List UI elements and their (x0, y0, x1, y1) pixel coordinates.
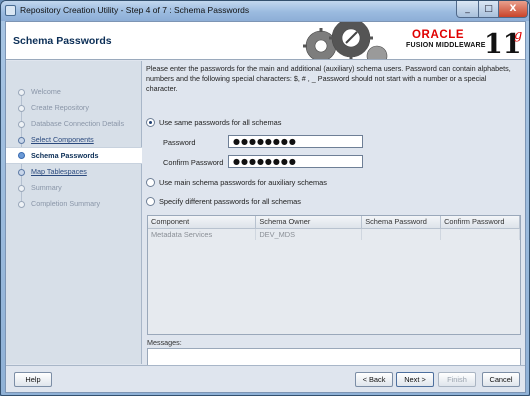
close-button[interactable]: X (498, 1, 528, 18)
step-schema-passwords: Schema Passwords (6, 147, 142, 164)
step-label: Completion Summary (31, 199, 101, 208)
minimize-button[interactable]: _ (456, 1, 479, 18)
java-app-icon (5, 5, 16, 16)
version-11g-logo: 11 g (484, 28, 522, 57)
cell-component: Metadata Services (148, 228, 257, 240)
oracle-wordmark: ORACLE (412, 29, 464, 39)
column-header-confirm-password[interactable]: Confirm Password (440, 216, 520, 229)
step-label: Summary (31, 183, 62, 192)
step-label: Schema Passwords (31, 151, 99, 160)
cancel-button[interactable]: Cancel (482, 372, 520, 387)
gears-graphic-icon (303, 22, 388, 59)
radio-button[interactable] (146, 197, 155, 206)
client-area: Schema Passwords ORACLE FUSION MIDDLEWAR… (5, 21, 526, 393)
radio-label: Use same passwords for all schemas (159, 118, 282, 127)
column-header-component[interactable]: Component (148, 216, 257, 229)
radio-different-passwords[interactable]: Specify different passwords for all sche… (146, 197, 301, 206)
radio-same-passwords[interactable]: Use same passwords for all schemas (146, 118, 281, 127)
wizard-steps-sidebar: Welcome Create Repository Database Conne… (6, 61, 142, 364)
step-dot-icon (18, 121, 25, 128)
table-row[interactable]: Metadata Services DEV_MDS (148, 228, 520, 240)
maximize-button[interactable]: □ (478, 1, 499, 18)
step-database-connection: Database Connection Details (6, 117, 142, 132)
step-label: Database Connection Details (31, 119, 125, 128)
step-welcome: Welcome (6, 85, 142, 100)
cell-schema-owner: DEV_MDS (255, 228, 363, 240)
radio-label: Specify different passwords for all sche… (159, 197, 301, 206)
radio-button[interactable] (146, 178, 155, 187)
step-dot-icon (18, 105, 25, 112)
password-input[interactable]: ●●●●●●●● (228, 135, 363, 148)
oracle-logo: ORACLE (412, 29, 464, 39)
step-dot-icon (18, 89, 25, 96)
back-button[interactable]: < Back (355, 372, 393, 387)
radio-label: Use main schema passwords for auxiliary … (159, 178, 327, 187)
step-completion-summary: Completion Summary (6, 197, 142, 212)
step-dot-icon (18, 137, 25, 144)
step-label: Create Repository (31, 103, 89, 112)
table-header-row: Component Schema Owner Schema Password C… (148, 216, 520, 229)
step-label[interactable]: Select Components (31, 135, 94, 144)
help-button[interactable]: Help (14, 372, 52, 387)
fusion-middleware-label: FUSION MIDDLEWARE (406, 42, 486, 49)
step-summary: Summary (6, 181, 142, 196)
step-label: Welcome (31, 87, 61, 96)
footer-bar: Help < Back Next > Finish Cancel (6, 365, 525, 392)
step-create-repository: Create Repository (6, 101, 142, 116)
step-label[interactable]: Map Tablespaces (31, 167, 87, 176)
messages-label: Messages: (147, 338, 182, 347)
cell-confirm-password[interactable] (440, 228, 520, 240)
page-title: Schema Passwords (13, 35, 112, 47)
step-map-tablespaces[interactable]: Map Tablespaces (6, 165, 142, 180)
step-dot-icon (18, 169, 25, 176)
column-header-schema-password[interactable]: Schema Password (361, 216, 442, 229)
confirm-password-input[interactable]: ●●●●●●●● (228, 155, 363, 168)
confirm-password-label: Confirm Password (163, 158, 224, 167)
step-dot-icon (18, 185, 25, 192)
schema-password-table: Component Schema Owner Schema Password C… (147, 215, 521, 335)
radio-main-for-auxiliary[interactable]: Use main schema passwords for auxiliary … (146, 178, 327, 187)
step-dot-icon (18, 201, 25, 208)
title-bar[interactable]: Repository Creation Utility - Step 4 of … (1, 1, 529, 21)
radio-button[interactable] (146, 118, 155, 127)
column-header-schema-owner[interactable]: Schema Owner (255, 216, 363, 229)
rcu-window: Repository Creation Utility - Step 4 of … (0, 0, 530, 396)
instructions-text: Please enter the passwords for the main … (146, 64, 511, 93)
next-button[interactable]: Next > (396, 372, 434, 387)
main-panel: Please enter the passwords for the main … (146, 61, 525, 384)
header-banner: Schema Passwords ORACLE FUSION MIDDLEWAR… (6, 22, 525, 60)
version-suffix: g (514, 28, 522, 43)
step-select-components[interactable]: Select Components (6, 133, 142, 148)
window-title: Repository Creation Utility - Step 4 of … (20, 5, 250, 15)
finish-button: Finish (438, 372, 476, 387)
step-current-dot-icon (18, 152, 25, 159)
password-label: Password (163, 138, 196, 147)
cell-schema-password[interactable] (361, 228, 442, 240)
